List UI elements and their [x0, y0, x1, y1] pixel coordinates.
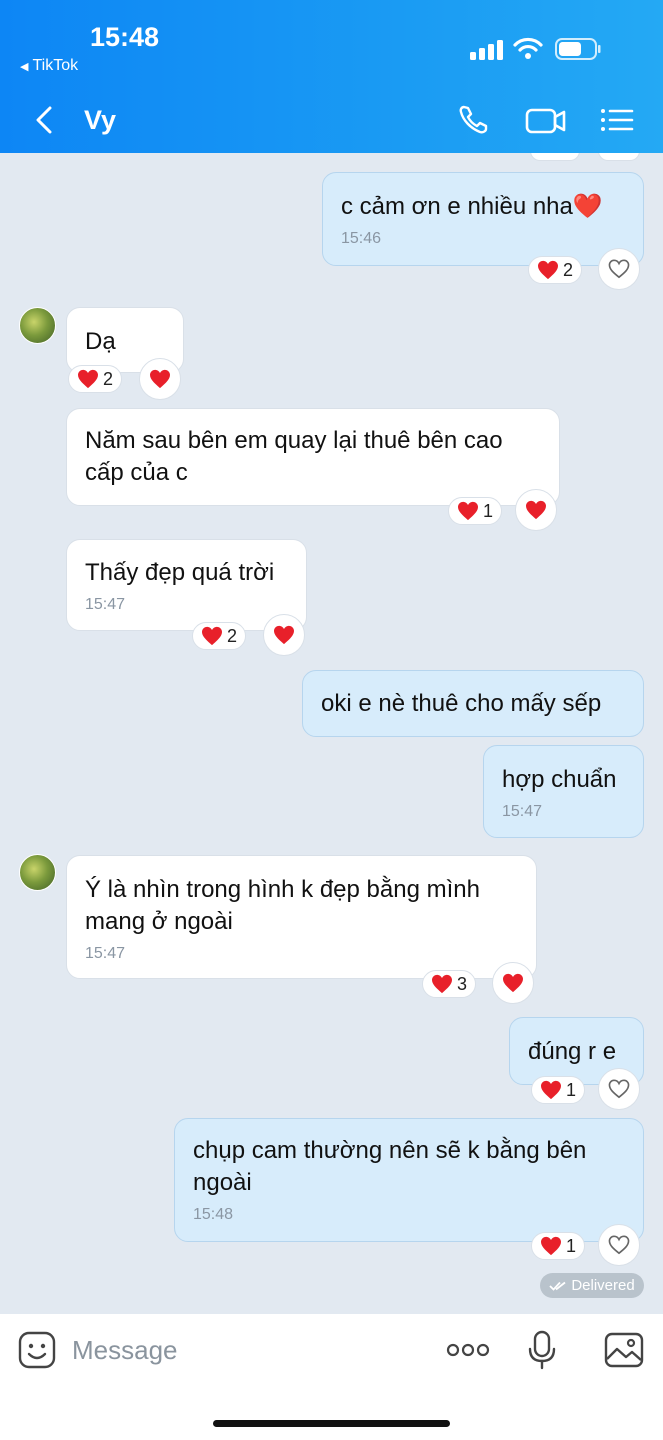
signal-icon: [470, 40, 503, 60]
heart-icon: [150, 369, 170, 389]
heart-icon: [274, 625, 294, 645]
message-text: c cảm ơn e nhiều nha❤️: [341, 193, 603, 220]
header: 15:48 ◀ TikTok Vy: [0, 0, 663, 153]
react-button[interactable]: [515, 489, 557, 531]
menu-list-icon[interactable]: [598, 101, 636, 139]
message-bubble-incoming[interactable]: Năm sau bên em quay lại thuê bên cao cấp…: [66, 408, 560, 506]
video-call-icon[interactable]: [525, 101, 567, 139]
reaction-count-pill[interactable]: 1: [531, 1232, 586, 1260]
message-text: Ý là nhìn trong hình k đẹp bằng mình man…: [85, 876, 480, 935]
reaction-count: 1: [566, 1235, 577, 1256]
reaction-count: 2: [227, 625, 238, 646]
reaction-count: 3: [457, 973, 468, 994]
message-time: 15:47: [502, 803, 543, 820]
heart-icon: [458, 501, 478, 521]
phone-icon[interactable]: [455, 101, 493, 139]
back-to-app-link[interactable]: ◀ TikTok: [20, 57, 78, 75]
reaction-count-pill[interactable]: 2: [68, 365, 123, 393]
heart-outline-icon: [608, 259, 630, 279]
message-time: 15:48: [193, 1206, 234, 1223]
message-time: 15:47: [85, 945, 126, 962]
back-triangle-icon: ◀: [20, 61, 29, 73]
reaction-count-pill[interactable]: 1: [448, 497, 503, 525]
heart-icon: [202, 626, 222, 646]
avatar[interactable]: [19, 854, 56, 891]
message-time: 15:47: [85, 596, 126, 613]
react-button[interactable]: [598, 1224, 640, 1266]
reaction-count: 2: [103, 368, 114, 389]
heart-outline-icon: [608, 1079, 630, 1099]
heart-icon: [538, 260, 558, 280]
react-button[interactable]: [492, 962, 534, 1004]
heart-icon: [503, 973, 523, 993]
message-text: Thấy đẹp quá trời: [85, 559, 275, 586]
reaction-count-pill[interactable]: 1: [531, 1076, 586, 1104]
microphone-icon[interactable]: [527, 1330, 557, 1370]
message-bubble-outgoing[interactable]: c cảm ơn e nhiều nha❤️ 15:46: [322, 172, 644, 266]
message-bubble-outgoing[interactable]: hợp chuẩn 15:47: [483, 745, 644, 838]
heart-icon: [432, 974, 452, 994]
message-text: hợp chuẩn: [502, 766, 617, 793]
heart-icon: [78, 369, 98, 389]
message-bubble-outgoing[interactable]: chụp cam thường nên sẽ k bằng bên ngoài …: [174, 1118, 644, 1242]
double-check-icon: [549, 1281, 566, 1291]
back-app-label: TikTok: [32, 57, 79, 74]
previous-reaction-pill: [530, 153, 580, 161]
reaction-count-pill[interactable]: 2: [192, 622, 247, 650]
contact-name[interactable]: Vy: [84, 105, 116, 136]
react-button[interactable]: [263, 614, 305, 656]
message-text: Dạ: [85, 328, 116, 355]
react-button[interactable]: [598, 1068, 640, 1110]
reaction-count: 1: [566, 1079, 577, 1100]
heart-outline-icon: [608, 1235, 630, 1255]
message-text: Năm sau bên em quay lại thuê bên cao cấp…: [85, 427, 503, 486]
sticker-emoji-icon[interactable]: [18, 1331, 56, 1369]
react-button[interactable]: [139, 358, 181, 400]
battery-icon: [555, 38, 601, 60]
chat-title-row: Vy: [0, 95, 663, 147]
reaction-count-pill[interactable]: 3: [422, 970, 477, 998]
more-options-icon[interactable]: [446, 1339, 490, 1361]
message-time: 15:46: [341, 230, 382, 247]
heart-icon: [526, 500, 546, 520]
previous-reaction-button: [598, 153, 640, 161]
react-button[interactable]: [598, 248, 640, 290]
avatar[interactable]: [19, 307, 56, 344]
chat-area[interactable]: c cảm ơn e nhiều nha❤️ 15:46 2 Dạ 2 Năm …: [0, 153, 663, 1314]
heart-icon: [541, 1236, 561, 1256]
home-indicator[interactable]: [213, 1420, 450, 1427]
message-input-bar: [0, 1314, 663, 1440]
delivered-status-badge: Delivered: [540, 1273, 644, 1298]
reaction-count-pill[interactable]: 2: [528, 256, 583, 284]
message-text: chụp cam thường nên sẽ k bằng bên ngoài: [193, 1137, 587, 1196]
message-text: oki e nè thuê cho mấy sếp: [321, 690, 602, 717]
delivered-label: Delivered: [571, 1277, 635, 1294]
wifi-icon: [513, 37, 543, 59]
reaction-count: 2: [563, 259, 574, 280]
back-arrow-icon[interactable]: [28, 103, 62, 137]
reaction-count: 1: [483, 500, 494, 521]
message-bubble-outgoing[interactable]: oki e nè thuê cho mấy sếp: [302, 670, 644, 737]
message-text: đúng r e: [528, 1038, 617, 1065]
message-input[interactable]: [72, 1332, 402, 1368]
message-bubble-incoming[interactable]: Ý là nhìn trong hình k đẹp bằng mình man…: [66, 855, 537, 979]
heart-icon: [541, 1080, 561, 1100]
status-time: 15:48: [90, 22, 160, 52]
image-gallery-icon[interactable]: [604, 1331, 644, 1369]
